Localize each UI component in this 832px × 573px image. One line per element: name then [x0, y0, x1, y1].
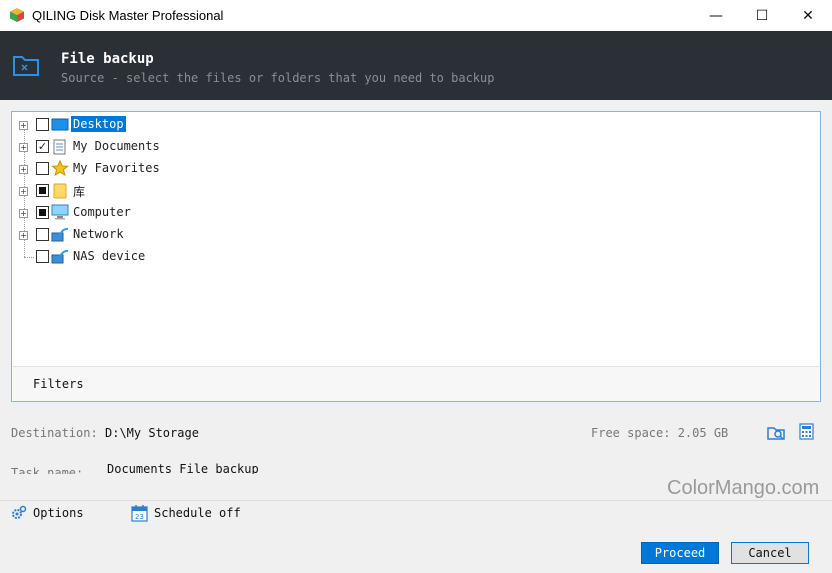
footer-divider — [0, 500, 832, 501]
destination-label: Destination: — [11, 426, 98, 440]
watermark: ColorMango.com — [667, 477, 820, 499]
filters-button[interactable]: Filters — [24, 377, 93, 391]
proceed-button[interactable]: Proceed — [641, 542, 719, 564]
checkbox[interactable] — [36, 250, 49, 263]
filters-bar: Filters — [13, 366, 819, 401]
expand-icon[interactable]: + — [19, 187, 28, 196]
gear-icon[interactable] — [10, 505, 27, 522]
title-bar: QILING Disk Master Professional — ☐ ✕ — [0, 0, 832, 31]
expand-icon[interactable]: + — [19, 121, 28, 130]
expand-icon[interactable]: + — [19, 165, 28, 174]
tree-item-label[interactable]: My Favorites — [71, 160, 162, 176]
star-icon — [51, 160, 69, 176]
desktop-icon — [51, 118, 69, 131]
checkbox[interactable] — [36, 162, 49, 175]
expand-icon[interactable]: + — [19, 143, 28, 152]
documents-icon — [53, 139, 66, 155]
checkbox[interactable] — [36, 184, 49, 197]
tree-item-label[interactable]: Desktop — [71, 116, 126, 132]
file-backup-folder-icon — [13, 56, 39, 76]
options-button[interactable]: Options — [33, 506, 84, 520]
app-logo-icon — [10, 8, 24, 22]
maximize-button[interactable]: ☐ — [739, 0, 785, 31]
calendar-icon[interactable]: 23 — [131, 504, 148, 522]
close-button[interactable]: ✕ — [785, 0, 831, 31]
tree-item-label[interactable]: NAS device — [71, 248, 147, 264]
computer-icon — [51, 204, 69, 220]
tree-item-label[interactable]: Network — [71, 226, 126, 242]
wizard-header: File backup Source - select the files or… — [0, 31, 832, 100]
tree-item-label[interactable]: 库 — [71, 182, 87, 201]
task-name-input[interactable]: Documents File backup — [107, 462, 259, 474]
minimize-button[interactable]: — — [693, 0, 739, 31]
expand-icon[interactable]: + — [19, 231, 28, 240]
destination-path[interactable]: D:\My Storage — [105, 426, 199, 440]
checkbox[interactable] — [36, 118, 49, 131]
schedule-button[interactable]: Schedule off — [154, 506, 241, 520]
page-title: File backup — [61, 51, 154, 67]
svg-text:23: 23 — [135, 513, 144, 521]
calculator-icon[interactable] — [799, 423, 814, 440]
browse-destination-icon[interactable] — [767, 424, 785, 440]
cancel-button[interactable]: Cancel — [731, 542, 809, 564]
tree-item-label[interactable]: Computer — [71, 204, 133, 220]
checkbox[interactable] — [36, 228, 49, 241]
network-icon — [51, 227, 69, 242]
window-title: QILING Disk Master Professional — [32, 8, 224, 23]
expand-icon[interactable]: + — [19, 209, 28, 218]
tree-connector — [24, 257, 34, 258]
folder-icon — [53, 183, 67, 199]
checkbox[interactable]: ✓ — [36, 140, 49, 153]
network-icon — [51, 249, 69, 264]
task-name-area: Task name: Documents File backup — [0, 452, 832, 474]
checkbox[interactable] — [36, 206, 49, 219]
task-name-label: Task name: — [11, 466, 84, 474]
source-tree[interactable]: + Desktop + ✓ My Documents + My Favorite… — [11, 111, 821, 402]
free-space-text: Free space: 2.05 GB — [591, 426, 729, 440]
page-subtitle: Source - select the files or folders tha… — [61, 71, 495, 85]
tree-item-label[interactable]: My Documents — [71, 138, 162, 154]
